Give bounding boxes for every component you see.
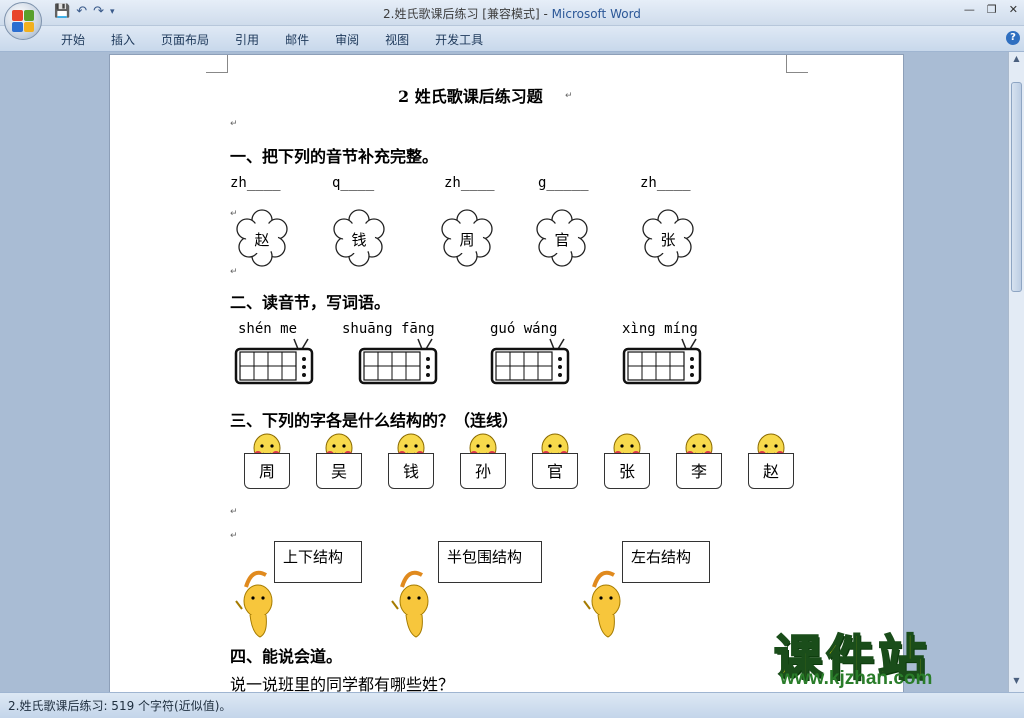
kid-char-card: 赵 (748, 431, 796, 497)
pinyin-label: xìng míng (622, 321, 698, 337)
flower-char: 周 (459, 231, 475, 249)
ribbon-tabs: 开始 插入 页面布局 引用 邮件 审阅 视图 开发工具 ? (0, 26, 1024, 52)
tab-view[interactable]: 视图 (372, 31, 422, 48)
minimize-icon[interactable]: — (964, 3, 975, 16)
flower-char: 钱 (351, 231, 367, 249)
app-name: Microsoft Word (551, 7, 641, 21)
vertical-scrollbar[interactable]: ▲ ▼ (1008, 52, 1024, 692)
structure-option: 左右结构 (622, 541, 710, 583)
close-icon[interactable]: ✕ (1009, 3, 1018, 16)
paragraph-mark: ↵ (230, 507, 238, 517)
flower-char: 赵 (254, 231, 270, 249)
cartoon-dancer (232, 563, 280, 643)
office-button[interactable] (4, 2, 42, 40)
kid-char: 孙 (460, 453, 506, 489)
kid-char-card: 张 (604, 431, 652, 497)
syllable-blank: zh____ (230, 175, 281, 191)
paragraph-mark: ↵ (565, 91, 573, 101)
dancer-icon (391, 570, 429, 638)
syllable-blank: zh____ (444, 175, 495, 191)
tab-developer[interactable]: 开发工具 (422, 31, 496, 48)
scroll-thumb[interactable] (1011, 82, 1022, 292)
syllable-blank: q____ (332, 175, 375, 191)
watermark-logo: 课件站 www.kjzhan.com (770, 618, 1014, 690)
section3-heading: 三、下列的字各是什么结构的？（连线） (230, 411, 519, 430)
window-title: 2.姓氏歌课后练习 [兼容模式] - Microsoft Word (0, 5, 1024, 22)
window-controls: — ❐ ✕ (964, 3, 1018, 16)
structure-option: 半包围结构 (438, 541, 542, 583)
syllable-blank: zh____ (640, 175, 691, 191)
kid-char: 李 (676, 453, 722, 489)
flower-card: 钱 (331, 209, 387, 267)
flower-card: 官 (534, 209, 590, 267)
document-workspace: 2 姓氏歌课后练习题 ↵ ↵ 一、把下列的音节补充完整。 zh____ q___… (0, 52, 1008, 692)
cartoon-dancer (388, 563, 436, 643)
title-separator: - (539, 7, 552, 21)
margin-corner-tr (786, 55, 808, 73)
structure-option: 上下结构 (274, 541, 362, 583)
watermark-url: www.kjzhan.com (780, 668, 933, 689)
syllable-blank: g_____ (538, 175, 589, 191)
tv-icon (234, 338, 314, 385)
status-text: 2.姓氏歌课后练习: 519 个字符(近似值)。 (8, 699, 232, 713)
tab-references[interactable]: 引用 (222, 31, 272, 48)
document-page[interactable]: 2 姓氏歌课后练习题 ↵ ↵ 一、把下列的音节补充完整。 zh____ q___… (109, 54, 904, 692)
paragraph-mark: ↵ (230, 267, 238, 277)
kid-char: 钱 (388, 453, 434, 489)
cartoon-dancer (580, 563, 628, 643)
kid-char: 张 (604, 453, 650, 489)
help-icon[interactable]: ? (1006, 31, 1020, 45)
kid-char-card: 钱 (388, 431, 436, 497)
kid-char-card: 周 (244, 431, 292, 497)
tab-insert[interactable]: 插入 (98, 31, 148, 48)
flower-char: 张 (660, 231, 676, 249)
kid-char-card: 官 (532, 431, 580, 497)
tab-mailings[interactable]: 邮件 (272, 31, 322, 48)
doc-title: 2 姓氏歌课后练习题 (398, 87, 543, 106)
section2-heading: 二、读音节，写词语。 (230, 293, 391, 312)
status-bar: 2.姓氏歌课后练习: 519 个字符(近似值)。 (0, 692, 1024, 718)
tv-icon (358, 338, 438, 385)
scroll-up-icon[interactable]: ▲ (1011, 54, 1022, 66)
tv-writing-box (356, 337, 438, 385)
dancer-icon (583, 570, 621, 638)
kid-char-card: 吴 (316, 431, 364, 497)
document-title: 2.姓氏歌课后练习 [兼容模式] (383, 7, 540, 21)
title-bar: 💾 ↶ ↷ ▾ 2.姓氏歌课后练习 [兼容模式] - Microsoft Wor… (0, 0, 1024, 26)
flower-char: 官 (554, 231, 570, 249)
tv-writing-box (488, 337, 570, 385)
flower-card: 赵 (234, 209, 290, 267)
dancer-icon (235, 570, 273, 638)
kid-char: 赵 (748, 453, 794, 489)
margin-corner-tl (206, 55, 228, 73)
kid-char: 吴 (316, 453, 362, 489)
paragraph-mark: ↵ (230, 119, 238, 129)
pinyin-label: shén me (238, 321, 298, 337)
pinyin-label: shuāng fāng (342, 321, 435, 337)
tv-icon (490, 338, 570, 385)
flower-card: 周 (439, 209, 495, 267)
tab-page-layout[interactable]: 页面布局 (148, 31, 222, 48)
restore-icon[interactable]: ❐ (987, 3, 997, 16)
section1-heading: 一、把下列的音节补充完整。 (230, 147, 439, 166)
kid-char: 周 (244, 453, 290, 489)
section4-heading: 四、能说会道。 (230, 647, 343, 666)
pinyin-label: guó wáng (490, 321, 558, 337)
tv-writing-box (620, 337, 702, 385)
office-logo-icon (12, 10, 34, 32)
paragraph-mark: ↵ (230, 531, 238, 541)
tab-home[interactable]: 开始 (48, 31, 98, 48)
section4-prompt: 说一说班里的同学都有哪些姓？ (230, 675, 455, 692)
flower-card: 张 (640, 209, 696, 267)
tv-icon (622, 338, 702, 385)
tab-review[interactable]: 审阅 (322, 31, 372, 48)
tv-writing-box (232, 337, 314, 385)
kid-char-card: 孙 (460, 431, 508, 497)
kid-char-card: 李 (676, 431, 724, 497)
kid-char: 官 (532, 453, 578, 489)
